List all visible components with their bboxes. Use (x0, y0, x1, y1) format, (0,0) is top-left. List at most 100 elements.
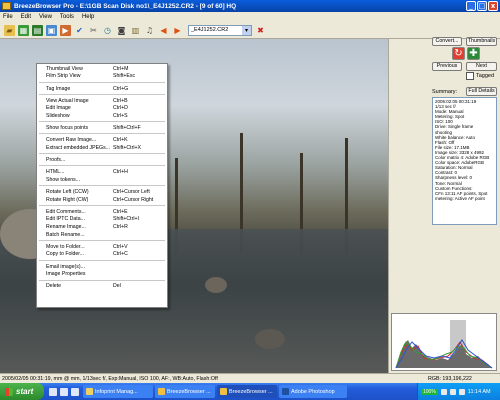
slideshow-icon[interactable]: ▶ (60, 24, 71, 36)
camera-icon[interactable]: ◙ (116, 25, 127, 36)
task-breezebrowser-2[interactable]: BreezeBrowser ... (217, 385, 277, 398)
next-button[interactable]: Next (466, 62, 497, 71)
context-menu-item[interactable]: Convert Raw Image... Ctrl+K (37, 136, 167, 144)
task-label: BreezeBrowser ... (167, 388, 211, 395)
back-arrow-icon[interactable]: ◀ (158, 25, 169, 36)
menu-item-label: Extract embedded JPEGs... (46, 144, 111, 151)
app-icon (86, 388, 93, 395)
music-icon[interactable]: ♫ (144, 25, 155, 36)
network-icon[interactable] (440, 388, 447, 395)
context-menu-item[interactable]: Slideshow Ctrl+S (37, 112, 167, 120)
menu-item-label: Slideshow (46, 113, 70, 120)
task-label: BreezeBrowser ... (229, 388, 273, 395)
previous-button[interactable]: Previous (432, 62, 462, 71)
grid-view-icon[interactable]: ▦ (18, 24, 29, 36)
media-icon[interactable] (71, 387, 79, 396)
convert-icon[interactable]: ▥ (130, 25, 141, 36)
photo-rock (205, 277, 227, 293)
task-breezebrowser-1[interactable]: BreezeBrowser ... (155, 385, 215, 398)
context-menu-item[interactable]: Move to Folder... Ctrl+V (37, 243, 167, 251)
context-menu: Thumbnail View Ctrl+M Film Strip View Shift… (36, 63, 168, 308)
context-menu-item[interactable]: Rename Image... Ctrl+R (37, 223, 167, 231)
context-menu-item[interactable]: Rotate Left (CCW) Ctrl+Cursor Left (37, 188, 167, 196)
menu-item-label: Rotate Left (CCW) (46, 189, 89, 195)
context-menu-item[interactable]: Email image(s)... (37, 263, 167, 271)
menu-item-label: Film Strip View (46, 73, 81, 80)
file-combo[interactable]: _E4J1252.CR2 ▾ (188, 24, 252, 36)
context-menu-item[interactable]: Film Strip View Shift+Esc (37, 73, 167, 81)
tagged-checkbox[interactable] (466, 72, 474, 80)
menu-item-label: Edit Image (46, 105, 71, 112)
chevron-down-icon[interactable]: ▾ (242, 25, 251, 35)
add-tag-icon[interactable]: ✚ (467, 47, 480, 60)
context-menu-item[interactable]: Tag Image Ctrl+G (37, 85, 167, 93)
app-icon (2, 2, 11, 10)
photo-rock (255, 329, 285, 349)
start-button[interactable]: start (0, 383, 44, 400)
menu-file[interactable]: File (3, 14, 13, 20)
filmstrip-icon[interactable]: ▤ (32, 24, 43, 36)
rotate-icon[interactable]: ↻ (452, 47, 465, 60)
menu-item-label: Email image(s)... (46, 263, 85, 270)
start-label: start (16, 387, 34, 396)
close-button[interactable]: x (488, 1, 498, 11)
menu-item-shortcut: Shift+Ctrl+X (113, 144, 141, 151)
context-menu-item[interactable]: Batch Rename... (37, 231, 167, 239)
app-icon (158, 388, 165, 395)
maximize-button[interactable]: □ (477, 1, 487, 11)
context-menu-item[interactable]: Copy to Folder... Ctrl+C (37, 251, 167, 259)
context-menu-item[interactable]: Thumbnail View Ctrl+M (37, 65, 167, 73)
context-menu-item[interactable]: Rotate Right (CW) Ctrl+Cursor Right (37, 196, 167, 204)
tools-icon[interactable]: ✂ (88, 25, 99, 36)
context-menu-item[interactable]: Extract embedded JPEGs... Shift+Ctrl+X (37, 144, 167, 152)
window-title: BreezeBrowser Pro - E:\1GB Scan Disk no1… (14, 2, 237, 10)
clock-icon[interactable]: ◷ (102, 25, 113, 36)
context-menu-item[interactable]: Edit Comments... Ctrl+E (37, 208, 167, 216)
context-menu-item[interactable]: Edit Image Ctrl+D (37, 105, 167, 113)
menu-item-label: Move to Folder... (46, 243, 85, 250)
menu-item-label: Thumbnail View (46, 65, 83, 72)
menu-item-shortcut: Shift+Esc (113, 73, 136, 80)
battery-indicator[interactable]: 100% (421, 388, 438, 395)
menu-view[interactable]: View (39, 14, 52, 20)
tag-check-icon[interactable]: ✔ (74, 25, 85, 36)
context-menu-item[interactable]: HTML... Ctrl+H (37, 168, 167, 176)
security-icon[interactable] (458, 388, 465, 395)
menu-item-shortcut: Ctrl+Cursor Right (113, 196, 154, 203)
forward-arrow-icon[interactable]: ▶ (172, 25, 183, 36)
minimize-button[interactable]: _ (466, 1, 476, 11)
summary-line: metering: Active AF point (435, 195, 485, 201)
menu-item-label: Delete (46, 283, 61, 290)
task-photoshop[interactable]: Adobe Photoshop (279, 385, 347, 398)
summary-box: 2005:02:05 00:31:19 1/13 sec f/Mode: Manu… (432, 97, 497, 225)
full-details-button[interactable]: Full Details (466, 87, 497, 96)
menu-item-shortcut: Shift+Ctrl+F (113, 125, 141, 132)
menu-edit[interactable]: Edit (21, 14, 31, 20)
title-bar: BreezeBrowser Pro - E:\1GB Scan Disk no1… (0, 0, 500, 12)
task-infoprint[interactable]: Infoprint Manag... (83, 385, 153, 398)
menu-item-shortcut: Ctrl+B (113, 97, 128, 104)
open-folder-icon[interactable]: ▰ (4, 24, 15, 36)
menu-item-shortcut: Del (113, 283, 121, 290)
menu-help[interactable]: Help (82, 14, 94, 20)
context-menu-item[interactable]: Edit IPTC Data... Shift+Ctrl+I (37, 216, 167, 224)
menu-item-label: Proofs... (46, 157, 66, 164)
context-menu-item[interactable]: Image Properties (37, 270, 167, 278)
convert-button[interactable]: Convert... (432, 37, 462, 46)
context-menu-item[interactable]: Show focus points Shift+Ctrl+F (37, 124, 167, 132)
context-menu-item[interactable]: Proofs... (37, 156, 167, 164)
context-menu-item[interactable]: Show tokens... (37, 176, 167, 184)
menu-item-shortcut: Ctrl+E (113, 208, 128, 215)
thumbnails-button[interactable]: Thumbnails (466, 37, 497, 46)
histogram-graph (392, 314, 496, 370)
status-bar: 2005/02/05 00:31:19, mm @ mm, 1/13sec f/… (0, 373, 500, 383)
context-menu-item[interactable]: View Actual Image Ctrl+B (37, 97, 167, 105)
single-view-icon[interactable]: ▣ (46, 24, 57, 36)
context-menu-item[interactable]: Delete Del (37, 283, 167, 291)
desktop-icon[interactable] (49, 387, 57, 396)
menu-tools[interactable]: Tools (60, 14, 74, 20)
menu-item-shortcut: Ctrl+M (113, 65, 129, 72)
browser-icon[interactable] (60, 387, 68, 396)
volume-icon[interactable] (449, 388, 456, 395)
delete-x-icon[interactable]: ✖ (255, 25, 266, 36)
